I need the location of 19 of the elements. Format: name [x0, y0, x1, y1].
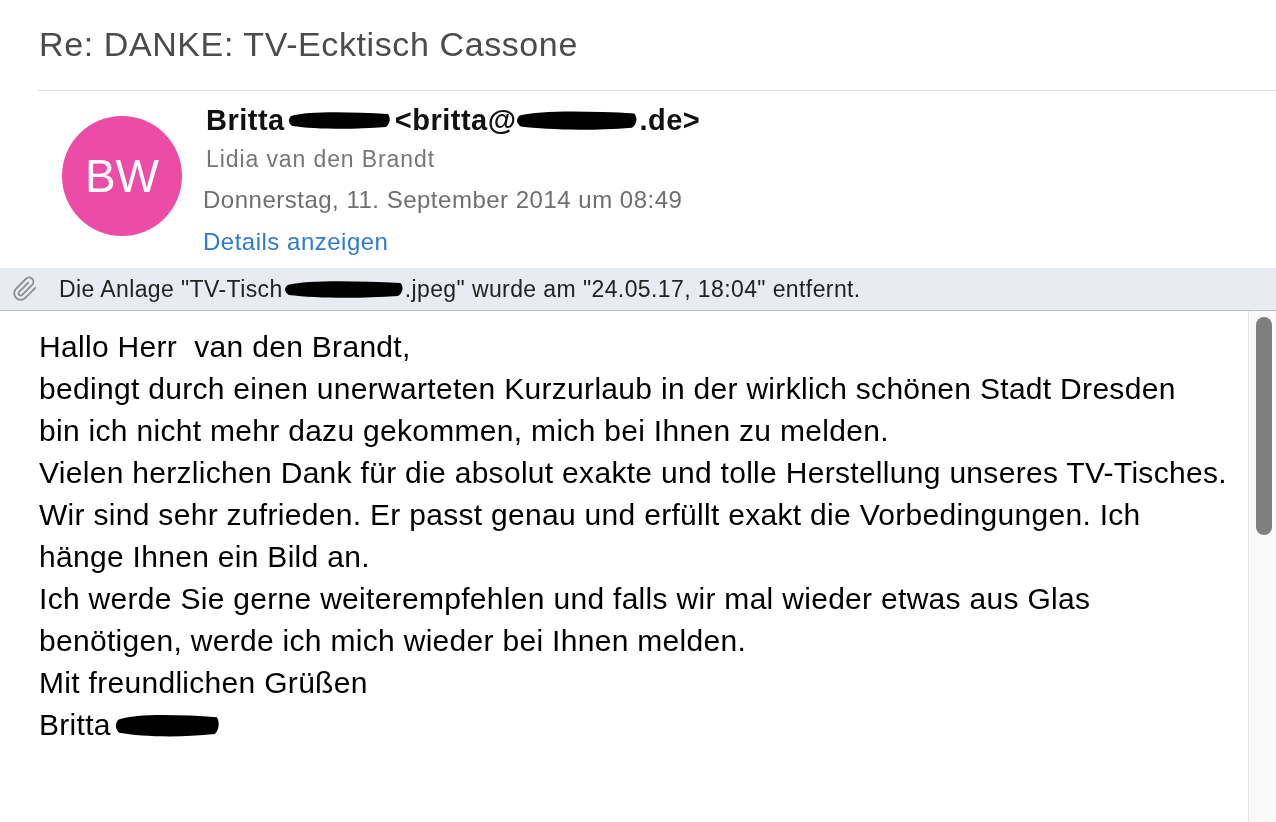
notice-text: Die Anlage "TV-Tisch — [59, 275, 283, 303]
message-paragraph: Ich werde Sie gerne weiterempfehlen und falls wir mal wieder etwas aus Glas benötigen, werde ich mich wieder bei Ihnen melden. — [39, 581, 1091, 659]
details-link[interactable]: Details anzeigen — [203, 228, 389, 255]
sender-name: Britta — [206, 103, 285, 137]
message-paragraph: Vielen herzlichen Dank für die absolut exakte und tolle Herstellung unseres TV-Tisches. — [39, 455, 1227, 491]
email-subject: Re: DANKE: TV-Ecktisch Cassone — [39, 24, 578, 65]
signature-name: Britta — [39, 707, 111, 743]
avatar: BW — [62, 116, 182, 236]
paperclip-icon — [12, 276, 38, 302]
message-paragraph: bedingt durch einen unerwarteten Kurzurlaub in der wirklich schönen Stadt Dresden bin ich nicht mehr dazu gekommen, mich bei Ihnen zu melden. — [39, 371, 1176, 449]
sender-email: <britta@ — [394, 103, 517, 137]
sent-date: Donnerstag, 11. September 2014 um 08:49 — [203, 186, 683, 213]
message-paragraph: Mit freundlichen Grüßen — [39, 665, 368, 701]
scrollbar-thumb[interactable] — [1256, 317, 1272, 535]
message-paragraph: Hallo Herr van den Brandt, — [39, 329, 411, 365]
message-paragraph: Wir sind sehr zufrieden. Er passt genau und erfüllt exakt die Vorbedingungen. Ich hänge Ihnen ein Bild an. — [39, 497, 1141, 575]
sender-email: .de> — [639, 103, 701, 137]
recipient-name: Lidia van den Brandt — [206, 146, 435, 172]
notice-text: .jpeg" wurde am "24.05.17, 18:04" entfernt. — [404, 275, 861, 303]
